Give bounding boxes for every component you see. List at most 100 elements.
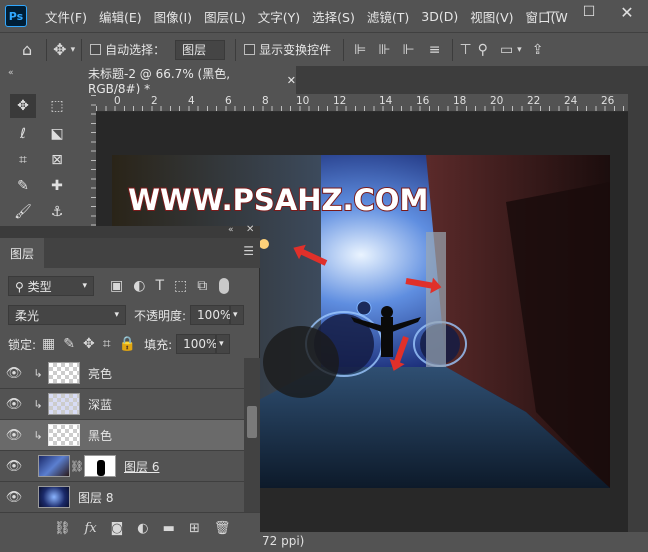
menu-view[interactable]: 视图(V): [464, 7, 519, 26]
panel-menu-icon[interactable]: ☰: [243, 244, 254, 258]
layers-panel-footer: ⛓ fx ◙ ◐ ▬ ⊞ 🗑: [0, 512, 260, 544]
layer-thumbnail: [48, 362, 80, 384]
stamp-tool-icon[interactable]: ⚓: [44, 200, 70, 224]
menu-3d[interactable]: 3D(D): [415, 9, 464, 24]
options-bar: ⌂ ✥ ▾ 自动选择： 图层 显示变换控件 ⊫ ⊪ ⊩ ≡ ⊤ ⚲ ▭ ▾ ⇪: [0, 32, 648, 66]
menu-bar: Ps 文件(F) 编辑(E) 图像(I) 图层(L) 文字(Y) 选择(S) 滤…: [0, 0, 648, 32]
auto-select-dropdown[interactable]: 图层: [175, 39, 226, 60]
visibility-eye-icon[interactable]: 👁: [0, 490, 28, 505]
search-icon: ⚲: [15, 279, 28, 294]
close-icon[interactable]: ✕: [612, 0, 642, 24]
fx-icon[interactable]: fx: [85, 521, 97, 536]
collapse-icon[interactable]: «: [228, 225, 234, 235]
panel-close-icon[interactable]: ✕: [246, 224, 254, 235]
menu-filter[interactable]: 滤镜(T): [361, 7, 415, 26]
align-left-icon[interactable]: ⊫: [354, 42, 366, 58]
brush-tool-icon[interactable]: 🖌: [10, 200, 36, 224]
visibility-eye-icon[interactable]: 👁: [0, 397, 28, 412]
type-filter-icon[interactable]: T: [155, 278, 164, 294]
new-layer-icon[interactable]: ⊞: [189, 521, 200, 536]
menu-select[interactable]: 选择(S): [306, 7, 361, 26]
align-center-icon[interactable]: ⊪: [378, 42, 390, 58]
fill-chevron-icon[interactable]: ▾: [216, 334, 231, 354]
menu-edit[interactable]: 编辑(E): [93, 7, 148, 26]
opacity-chevron-icon[interactable]: ▾: [230, 305, 245, 325]
watermark-text: WWW.PSAHZ.COM: [128, 183, 428, 217]
crop-tool-icon[interactable]: ⌗: [10, 148, 36, 172]
close-tab-icon[interactable]: ✕: [287, 74, 296, 87]
lock-all-icon[interactable]: 🔒: [119, 336, 136, 352]
clipping-icon: ↳: [33, 366, 43, 380]
document-tab-bar: 未标题-2 @ 66.7% (黑色, RGB/8#) * ✕: [78, 66, 648, 96]
photoshop-logo: Ps: [5, 5, 27, 27]
menu-type[interactable]: 文字(Y): [252, 7, 306, 26]
lock-transparent-icon[interactable]: ▦: [42, 336, 55, 352]
workspace-icon[interactable]: ▭: [500, 42, 513, 58]
chevron-down-icon[interactable]: ▾: [71, 45, 76, 55]
clipping-icon: ↳: [33, 428, 43, 442]
layer-row[interactable]: 👁 图层 8: [0, 482, 244, 513]
lock-label: 锁定:: [8, 337, 37, 352]
move-tool-icon[interactable]: ✥: [53, 40, 66, 59]
collapse-icon[interactable]: «: [8, 68, 14, 78]
distribute-icon[interactable]: ≡: [429, 42, 441, 58]
opacity-input[interactable]: 100%: [190, 305, 231, 325]
menu-image[interactable]: 图像(I): [148, 7, 198, 26]
smart-object-filter-icon[interactable]: ⧉: [197, 278, 207, 294]
chevron-down-icon: ▾: [114, 310, 119, 320]
blend-mode-dropdown[interactable]: 柔光 ▾: [8, 305, 126, 325]
lock-paint-icon[interactable]: ✎: [63, 336, 75, 352]
document-tab[interactable]: 未标题-2 @ 66.7% (黑色, RGB/8#) * ✕: [78, 66, 296, 96]
lasso-tool-icon[interactable]: ℓ: [10, 122, 36, 146]
frame-tool-icon[interactable]: ⊠: [44, 148, 70, 172]
toolbar: « ✥ ⬚ ℓ ⬕ ⌗ ⊠ ✎ ✚ 🖌 ⚓: [0, 66, 78, 236]
layer-mask-thumbnail: [84, 455, 116, 477]
layer-thumbnail: [48, 393, 80, 415]
layer-row[interactable]: 👁 ⛓ 图层 6: [0, 451, 244, 482]
link-layers-icon[interactable]: ⛓: [54, 521, 71, 536]
workspace-chevron-icon[interactable]: ▾: [517, 45, 522, 55]
align-top-icon[interactable]: ⊤: [459, 42, 471, 58]
align-right-icon[interactable]: ⊩: [403, 42, 415, 58]
menu-file[interactable]: 文件(F): [39, 7, 93, 26]
search-icon[interactable]: ⚲: [478, 42, 488, 58]
folder-icon[interactable]: ▬: [163, 521, 175, 536]
tab-layers[interactable]: 图层: [0, 238, 44, 268]
layer-row[interactable]: 👁 ↳ 亮色: [0, 358, 244, 389]
adjustment-filter-icon[interactable]: ◐: [133, 278, 145, 294]
layer-row[interactable]: 👁 ↳ 深蓝: [0, 389, 244, 420]
layer-filter-dropdown[interactable]: ⚲ 类型 ▾: [8, 276, 94, 296]
opacity-label: 不透明度:: [134, 308, 187, 323]
lock-position-icon[interactable]: ✥: [83, 336, 95, 352]
fill-label: 填充:: [144, 337, 173, 352]
layer-row-selected[interactable]: 👁 ↳ 黑色: [0, 420, 244, 451]
visibility-eye-icon[interactable]: 👁: [0, 428, 28, 443]
auto-select-checkbox[interactable]: [90, 44, 102, 55]
healing-brush-icon[interactable]: ✚: [44, 174, 70, 198]
adjustment-layer-icon[interactable]: ◐: [137, 521, 148, 536]
marquee-tool-icon[interactable]: ⬚: [44, 94, 70, 118]
maximize-icon[interactable]: ☐: [574, 0, 604, 24]
share-icon[interactable]: ⇪: [532, 42, 544, 58]
show-transform-checkbox[interactable]: [244, 44, 256, 55]
add-mask-icon[interactable]: ◙: [111, 521, 124, 536]
shape-filter-icon[interactable]: ⬚: [174, 278, 187, 294]
home-icon[interactable]: ⌂: [22, 40, 32, 59]
layer-thumbnail: [38, 455, 70, 477]
scrollbar-thumb[interactable]: [247, 406, 257, 438]
menu-layer[interactable]: 图层(L): [198, 7, 252, 26]
move-tool-icon[interactable]: ✥: [10, 94, 36, 118]
visibility-eye-icon[interactable]: 👁: [0, 459, 28, 474]
trash-icon[interactable]: 🗑: [214, 521, 231, 536]
eyedropper-icon[interactable]: ✎: [10, 174, 36, 198]
canvas-scrollbar[interactable]: [628, 94, 648, 534]
layers-scrollbar[interactable]: [244, 358, 260, 512]
lock-artboard-icon[interactable]: ⌗: [103, 336, 111, 352]
quick-select-icon[interactable]: ⬕: [44, 122, 70, 146]
filter-toggle-icon[interactable]: [219, 278, 230, 294]
fill-input[interactable]: 100%: [176, 334, 217, 354]
visibility-eye-icon[interactable]: 👁: [0, 366, 28, 381]
minimize-icon[interactable]: —: [538, 0, 568, 24]
image-filter-icon[interactable]: ▣: [110, 278, 123, 294]
clipping-icon: ↳: [33, 397, 43, 411]
